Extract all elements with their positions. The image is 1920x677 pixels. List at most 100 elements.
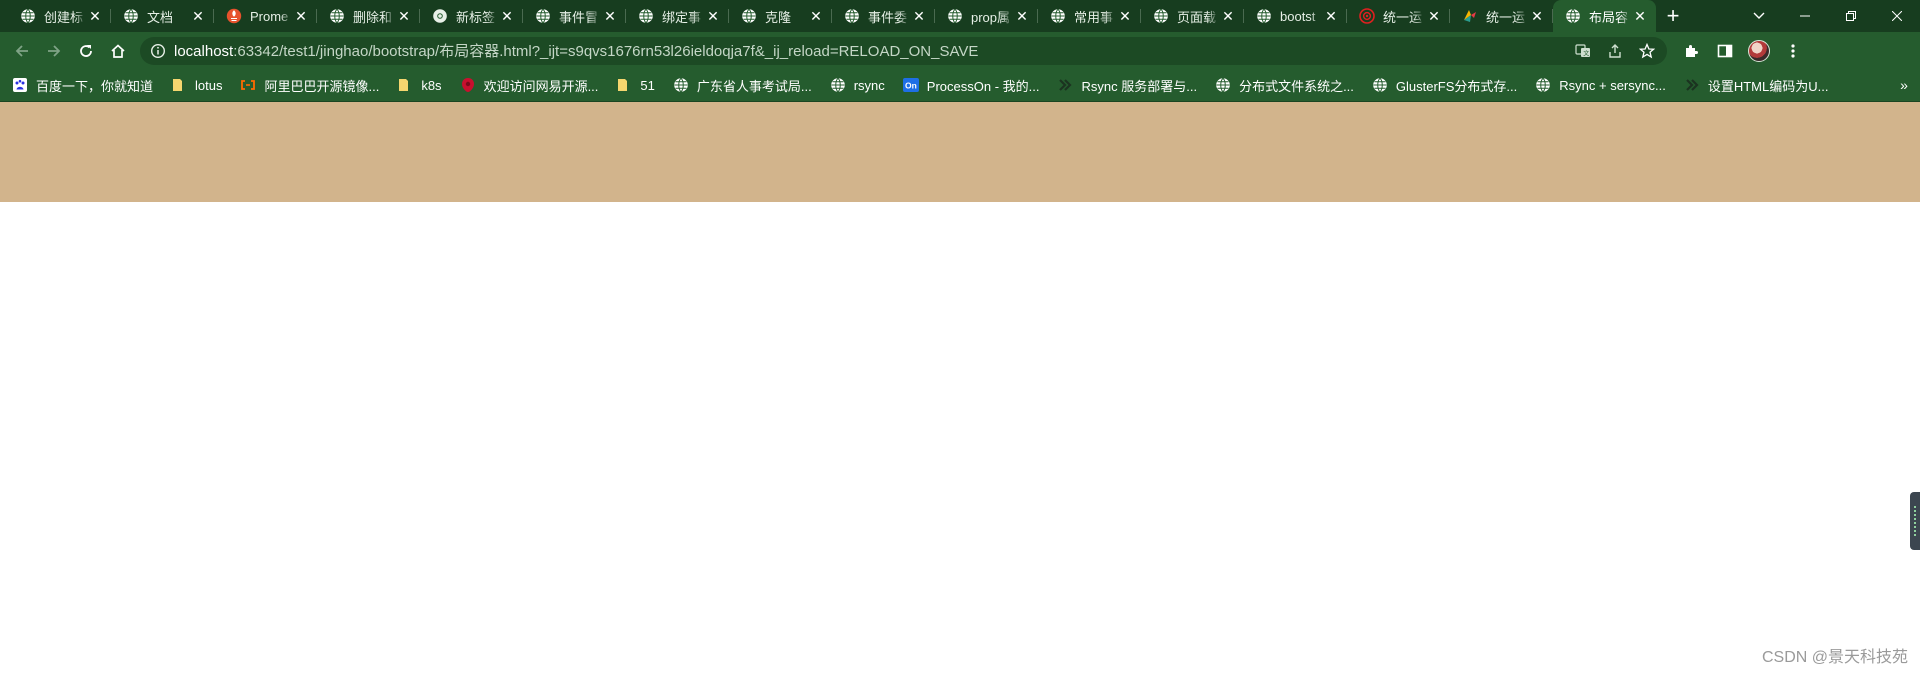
home-button[interactable]	[102, 35, 134, 67]
tab-close-icon[interactable]: ✕	[1529, 8, 1545, 24]
bookmark-item[interactable]: k8s	[397, 77, 459, 93]
globe-icon	[1050, 8, 1066, 24]
address-bar[interactable]: localhost:63342/test1/jinghao/bootstrap/…	[140, 36, 1667, 65]
globe-icon	[741, 8, 757, 24]
tab-strip: 创建标 ✕ 文档 ✕ Prome ✕ 删除和 ✕ 新标签 ✕ 事件冒 ✕ 绑定事 ✕ 克隆 ✕ 事件委 ✕ prop…	[0, 0, 1920, 32]
tab-close-icon[interactable]: ✕	[1426, 8, 1442, 24]
side-panel-button[interactable]	[1709, 35, 1741, 67]
tab[interactable]: 绑定事 ✕	[626, 0, 729, 32]
netease-icon	[460, 77, 476, 93]
minimize-button[interactable]	[1782, 0, 1828, 32]
tab-close-icon[interactable]: ✕	[396, 8, 412, 24]
tab-title: 页面载	[1177, 9, 1217, 25]
tab-close-icon[interactable]: ✕	[1632, 8, 1648, 24]
bookmark-item[interactable]: 分布式文件系统之...	[1215, 76, 1372, 95]
tab[interactable]: 新标签 ✕	[420, 0, 523, 32]
tab-title: 常用事	[1074, 9, 1114, 25]
bookmark-label: ProcessOn - 我的...	[926, 78, 1040, 94]
extensions-button[interactable]	[1675, 35, 1707, 67]
bookmark-item[interactable]: 百度一下，你就知道	[12, 76, 171, 95]
url-text[interactable]: localhost:63342/test1/jinghao/bootstrap/…	[174, 40, 1569, 61]
menu-button[interactable]	[1777, 35, 1809, 67]
url-host: localhost	[174, 43, 234, 60]
puzzle-icon	[1686, 44, 1698, 57]
share-button[interactable]	[1601, 39, 1629, 63]
bookmark-label: 百度一下，你就知道	[36, 78, 154, 94]
profile-button[interactable]	[1743, 35, 1775, 67]
tab-close-icon[interactable]: ✕	[1323, 8, 1339, 24]
tab[interactable]: 创建标 ✕	[8, 0, 111, 32]
tab-title: 事件委	[868, 9, 908, 25]
globe-icon	[1372, 77, 1388, 93]
tab-close-icon[interactable]: ✕	[1014, 8, 1030, 24]
new-tab-button[interactable]: +	[1656, 0, 1690, 32]
bookmark-item[interactable]: Rsync + sersync...	[1535, 77, 1684, 93]
bookmark-item[interactable]: 51	[616, 77, 672, 93]
reload-button[interactable]	[70, 35, 102, 67]
bookmark-label: Rsync + sersync...	[1559, 77, 1666, 93]
tab[interactable]: Prome ✕	[214, 0, 317, 32]
tab-close-icon[interactable]: ✕	[911, 8, 927, 24]
tab-close-icon[interactable]: ✕	[808, 8, 824, 24]
bookmark-item[interactable]: Rsync 服务部署与...	[1057, 76, 1215, 95]
tab-close-icon[interactable]: ✕	[190, 8, 206, 24]
tab-title: 布局容	[1589, 9, 1629, 25]
layout-container-box	[0, 102, 1920, 202]
globe-icon	[844, 8, 860, 24]
translate-button[interactable]: 文	[1569, 39, 1597, 63]
bookmark-item[interactable]: 欢迎访问网易开源...	[460, 76, 617, 95]
globe-icon	[1215, 77, 1231, 93]
bookmark-item[interactable]: 设置HTML编码为U...	[1684, 76, 1847, 95]
bookmark-item[interactable]: rsync	[830, 77, 903, 93]
url-path: :63342/test1/jinghao/bootstrap/布局容器.html…	[233, 43, 979, 60]
tab-title: 新标签	[456, 9, 496, 25]
tab[interactable]: 统一运 ✕	[1347, 0, 1450, 32]
tab[interactable]: 页面载 ✕	[1141, 0, 1244, 32]
tab-list: 创建标 ✕ 文档 ✕ Prome ✕ 删除和 ✕ 新标签 ✕ 事件冒 ✕ 绑定事 ✕ 克隆 ✕ 事件委 ✕ prop…	[0, 0, 1656, 32]
tab[interactable]: 事件冒 ✕	[523, 0, 626, 32]
globe-icon	[1535, 77, 1551, 93]
tab[interactable]: 文档 ✕	[111, 0, 214, 32]
bookmark-star-button[interactable]	[1633, 39, 1661, 63]
bookmark-item[interactable]: GlusterFS分布式存...	[1372, 76, 1535, 95]
tab-close-icon[interactable]: ✕	[499, 8, 515, 24]
bookmark-item[interactable]: lotus	[171, 77, 240, 93]
forward-button[interactable]	[38, 35, 70, 67]
info-icon[interactable]	[150, 43, 166, 59]
toolbar-right	[1675, 35, 1809, 67]
close-window-button[interactable]	[1874, 0, 1920, 32]
tab[interactable]: bootst ✕	[1244, 0, 1347, 32]
folder-icon	[397, 77, 413, 93]
tab[interactable]: prop属 ✕	[935, 0, 1038, 32]
globe-icon	[947, 8, 963, 24]
globe-icon	[830, 77, 846, 93]
tab[interactable]: 事件委 ✕	[832, 0, 935, 32]
tab[interactable]: 克隆 ✕	[729, 0, 832, 32]
tab-close-icon[interactable]: ✕	[602, 8, 618, 24]
tab[interactable]: 常用事 ✕	[1038, 0, 1141, 32]
bookmark-label: rsync	[853, 77, 885, 93]
tab-close-icon[interactable]: ✕	[87, 8, 103, 24]
globe-icon	[1565, 8, 1581, 24]
tab[interactable]: 统一运 ✕	[1450, 0, 1553, 32]
tab-title: 文档	[147, 9, 174, 25]
floating-side-widget[interactable]	[1910, 492, 1920, 550]
tab-active[interactable]: 布局容 ✕	[1553, 0, 1656, 32]
tab-search-button[interactable]	[1736, 0, 1782, 32]
csdn-watermark: CSDN @景天科技苑	[1761, 649, 1908, 666]
bookmark-item[interactable]: On ProcessOn - 我的...	[902, 76, 1058, 95]
tab-close-icon[interactable]: ✕	[1220, 8, 1236, 24]
tab-close-icon[interactable]: ✕	[705, 8, 721, 24]
tab-close-icon[interactable]: ✕	[1117, 8, 1133, 24]
restore-button[interactable]	[1828, 0, 1874, 32]
tab[interactable]: 删除和 ✕	[317, 0, 420, 32]
bookmark-item[interactable]: 广东省人事考试局...	[673, 76, 830, 95]
aliyun-icon	[240, 77, 256, 93]
bookmark-item[interactable]: 阿里巴巴开源镜像...	[240, 76, 397, 95]
chevron-down-icon	[1753, 12, 1765, 19]
browser-toolbar: localhost:63342/test1/jinghao/bootstrap/…	[0, 32, 1920, 69]
reload-icon	[80, 44, 92, 57]
tab-close-icon[interactable]: ✕	[293, 8, 309, 24]
back-button[interactable]	[6, 35, 38, 67]
bookmarks-overflow-button[interactable]: »	[1888, 77, 1920, 93]
